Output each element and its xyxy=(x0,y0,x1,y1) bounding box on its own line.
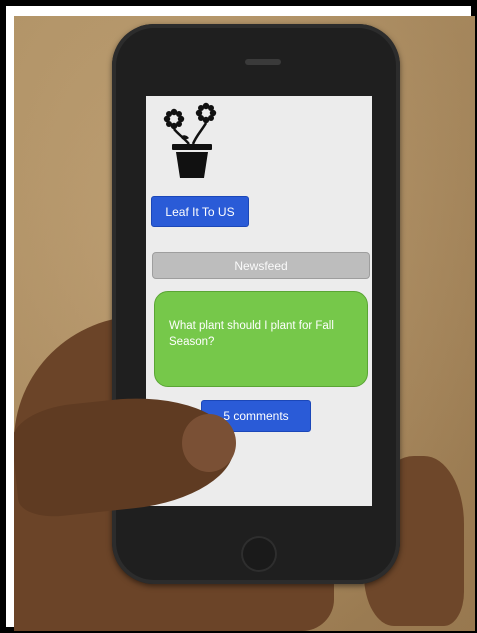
photo-frame: Leaf It To US Newsfeed What plant should… xyxy=(0,0,477,633)
thumb-tip xyxy=(182,414,236,472)
newsfeed-header: Newsfeed xyxy=(152,252,370,279)
post-card[interactable]: What plant should I plant for Fall Seaso… xyxy=(154,291,368,387)
app-title-button[interactable]: Leaf It To US xyxy=(151,196,249,227)
flower-pot-icon xyxy=(163,102,217,178)
phone-speaker xyxy=(245,59,281,65)
photo-background: Leaf It To US Newsfeed What plant should… xyxy=(14,16,475,631)
home-button[interactable] xyxy=(241,536,277,572)
post-text: What plant should I plant for Fall Seaso… xyxy=(169,320,334,348)
